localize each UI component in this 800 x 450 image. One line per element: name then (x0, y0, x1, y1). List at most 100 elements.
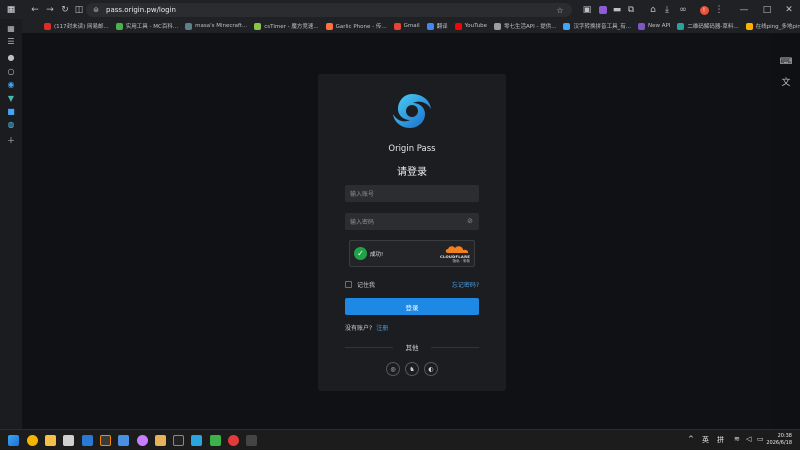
extension-purple-icon[interactable] (596, 3, 610, 17)
extensions-puzzle-icon[interactable]: ⧉ (624, 3, 638, 17)
eye-slash-icon[interactable]: ⊘ (467, 217, 473, 225)
bookmark-label: YouTube (464, 23, 488, 29)
account-placeholder: 输入账号 (350, 191, 375, 198)
forgot-password-link[interactable]: 忘记密码? (452, 280, 479, 289)
profile-avatar[interactable]: ! (697, 3, 711, 17)
app-yellow-icon[interactable] (155, 435, 166, 446)
origin-app-icon[interactable]: ◍ (6, 119, 16, 129)
bookmark-item[interactable]: 翻译 (426, 22, 448, 30)
calculator-icon[interactable] (63, 435, 74, 446)
square-app-icon[interactable]: ■ (6, 106, 16, 116)
turnstile-links[interactable]: 隐私 · 条款 (453, 259, 470, 264)
vertical-tabs-icon[interactable]: ⊞ (6, 4, 16, 14)
file-explorer-icon[interactable] (45, 435, 56, 446)
cloudflare-cloud-icon (445, 246, 469, 253)
clock-date: 2026/6/18 (766, 440, 792, 446)
bookmark-item[interactable]: 在线ping_多地ping... (745, 22, 800, 30)
extension-icon[interactable]: ▣ (580, 3, 594, 17)
forward-icon[interactable]: → (43, 3, 57, 17)
menu-kebab-icon[interactable]: ⋮ (712, 3, 726, 17)
bookmark-item[interactable]: Garlic Phone - 传... (325, 22, 387, 30)
bookmark-item[interactable]: (117封未读) 网易邮... (44, 22, 109, 30)
wifi-icon[interactable]: ≋ (734, 435, 740, 443)
login-card: Origin Pass 请登录 输入账号 输入密码 ⊘ ✓ 成功! CLOUDF… (318, 74, 506, 391)
account-input[interactable]: 输入账号 (345, 185, 479, 202)
bookmark-favicon-icon (745, 22, 753, 30)
login-button[interactable]: 登录 (345, 298, 479, 315)
bookmark-favicon-icon (393, 22, 401, 30)
bookmark-item[interactable]: 二维码解码器-草料... (677, 22, 739, 30)
social-login-qq[interactable]: ♞ (405, 362, 419, 376)
tray-chevron-icon[interactable]: ^ (688, 435, 694, 443)
extension-dark-icon[interactable]: ▬ (610, 3, 624, 17)
left-sidebar: ⊞ ▦ ☰ ● ○ ◉ ▼ ■ ◍ ＋ (0, 5, 22, 429)
ime-language[interactable]: 英 (702, 435, 709, 445)
laptop-icon[interactable]: ⌨ (779, 55, 793, 69)
password-input[interactable]: 输入密码 ⊘ (345, 213, 479, 230)
wechat-icon[interactable] (210, 435, 221, 446)
ring-icon[interactable]: ○ (6, 66, 16, 76)
browser-chrome: ▦ ← → ↻ ◫ ⊜ pass.origin.pw/login ☆ ▣ ▬ ⧉… (0, 0, 800, 33)
start-windows-icon[interactable] (8, 435, 19, 446)
system-clock[interactable]: 20:38 2026/6/18 (766, 433, 792, 447)
bookmark-item[interactable]: Gmail (393, 22, 420, 30)
qq-taskbar-icon[interactable] (173, 435, 184, 446)
terminal-icon[interactable] (246, 435, 257, 446)
github-icon[interactable]: ● (6, 52, 16, 62)
add-shortcut-icon[interactable]: ＋ (6, 135, 16, 145)
vue-icon[interactable]: ▼ (6, 93, 16, 103)
netease-music-icon[interactable] (228, 435, 239, 446)
battery-icon[interactable]: ▭ (757, 435, 764, 443)
bookmark-item[interactable]: 零七生活API - 提供... (494, 22, 556, 30)
qq-icon: ♞ (409, 365, 415, 373)
address-bar[interactable]: ⊜ pass.origin.pw/login ☆ (86, 3, 572, 17)
bookmark-item[interactable]: 实用工具 - MC百科... (115, 22, 179, 30)
bookmark-item[interactable]: YouTube (454, 22, 488, 30)
bookmark-label: masa's Minecraft... (195, 23, 248, 29)
translate-icon[interactable]: 文 (779, 74, 793, 88)
blue-circle-icon[interactable]: ◉ (6, 79, 16, 89)
social-login-1[interactable]: ◎ (386, 362, 400, 376)
origin-logo-icon (393, 94, 431, 128)
register-link[interactable]: 注册 (376, 325, 388, 332)
bookmark-label: 实用工具 - MC百科... (125, 24, 179, 30)
brand-name: Origin Pass (388, 144, 436, 154)
social-login-github[interactable]: ◐ (424, 362, 438, 376)
bookmark-item[interactable]: New API (637, 22, 670, 30)
bookmark-item[interactable]: 汉字转换拼音工具_有... (563, 22, 631, 30)
jetbrains-icon[interactable] (100, 435, 111, 446)
bookmark-favicon-icon (115, 22, 123, 30)
download-icon[interactable]: ⤓ (660, 3, 674, 17)
bookmark-label: 二维码解码器-草料... (687, 24, 739, 30)
maximize-icon[interactable]: □ (760, 3, 774, 17)
windows-taskbar: ^ 英 拼 ≋ ◁ ▭ 20:38 2026/6/18 (0, 429, 800, 450)
reading-list-icon[interactable]: ☰ (6, 36, 16, 46)
remember-checkbox[interactable] (345, 281, 352, 288)
back-icon[interactable]: ← (28, 3, 42, 17)
split-view-icon[interactable]: ◫ (72, 3, 86, 17)
volume-icon[interactable]: ◁ (746, 435, 751, 443)
bookmark-item[interactable]: csTimer - 魔方竞速... (254, 22, 319, 30)
reload-icon[interactable]: ↻ (58, 3, 72, 17)
minimize-icon[interactable]: — (737, 3, 751, 17)
app-lightblue-icon[interactable] (191, 435, 202, 446)
chrome-taskbar-icon[interactable] (27, 435, 38, 446)
app-blue-icon[interactable] (118, 435, 129, 446)
site-info-icon[interactable]: ⊜ (92, 6, 100, 14)
bookmark-item[interactable]: masa's Minecraft... (185, 22, 248, 30)
app-purple-icon[interactable] (137, 435, 148, 446)
bookmark-star-icon[interactable]: ☆ (553, 3, 567, 17)
cloudflare-turnstile[interactable]: ✓ 成功! CLOUDFLARE 隐私 · 条款 (349, 240, 475, 267)
url-text: pass.origin.pw/login (106, 6, 176, 14)
link-icon[interactable]: ∞ (676, 3, 690, 17)
apps-grid-icon[interactable]: ▦ (6, 23, 16, 33)
ime-mode[interactable]: 拼 (717, 435, 724, 445)
bookmarks-bar: (117封未读) 网易邮... 实用工具 - MC百科... masa's Mine… (44, 20, 800, 32)
bookmark-label: csTimer - 魔方竞速... (264, 24, 319, 30)
login-heading: 请登录 (397, 167, 427, 178)
close-icon[interactable]: ✕ (782, 3, 796, 17)
clock-time: 20:38 (777, 433, 792, 439)
bag-icon[interactable]: ⌂ (646, 3, 660, 17)
remember-me[interactable]: 记住我 (345, 280, 375, 289)
vscode-icon[interactable] (82, 435, 93, 446)
